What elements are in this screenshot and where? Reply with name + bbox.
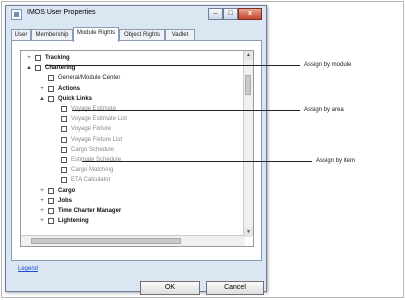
tree-item-label: Quick Links (58, 95, 93, 102)
legend-link[interactable]: Legend (18, 266, 38, 272)
tree-checkbox[interactable] (61, 106, 67, 112)
tree-item-label: Voyage Fixture List (71, 136, 123, 143)
tree-row[interactable]: + Tracking (21, 54, 239, 63)
tree-row[interactable]: Voyage Estimate List (21, 115, 239, 124)
tree-row[interactable]: ETA Calculator (21, 176, 239, 185)
expander-icon[interactable]: + (38, 207, 46, 216)
tree-checkbox[interactable] (61, 157, 67, 163)
tree-item-label: Cargo (58, 187, 76, 194)
rights-tree[interactable]: ▲ ▼ + Tracking ▲ Chartering General/Module C… (20, 50, 254, 247)
tree-row[interactable]: + Actions (21, 85, 239, 94)
tree-item-label: Lightening (58, 218, 89, 225)
tree-row[interactable]: Cargo Schedule (21, 146, 239, 155)
tree-checkbox[interactable] (61, 126, 67, 133)
annotation-assign-by-module: Assign by module (304, 62, 352, 68)
tree-item-label: Time Charter Manager (58, 208, 122, 214)
close-button[interactable]: x (238, 8, 262, 20)
tree-item-label: Voyage Fixture (71, 126, 112, 133)
expander-icon[interactable]: + (25, 54, 33, 63)
tree-row[interactable]: + Jobs (21, 197, 239, 206)
annotation-assign-by-area: Assign by area (304, 107, 344, 113)
tree-row[interactable]: + Time Charter Manager (21, 207, 239, 216)
tree-row[interactable]: + Lightening (21, 217, 239, 226)
tree-row[interactable]: Voyage Fixture (21, 125, 239, 134)
horizontal-scroll-thumb[interactable] (31, 238, 181, 244)
tree-item-label: Jobs (58, 197, 73, 204)
tree-row[interactable]: Cargo Matching (21, 166, 239, 175)
tree-checkbox[interactable] (48, 187, 54, 194)
tree-item-label: General/Module Center (58, 75, 121, 82)
ok-button[interactable]: OK (140, 281, 200, 295)
maximize-button[interactable]: □ (223, 8, 238, 20)
tree-checkbox[interactable] (61, 167, 67, 174)
expander-icon[interactable]: + (38, 197, 46, 206)
user-properties-dialog: IMOS User Properties – □ x User Membersh… (5, 5, 267, 295)
tree-checkbox[interactable] (61, 116, 67, 123)
tree-item-label: Voyage Estimate List (71, 116, 128, 123)
annotation-line-area (72, 110, 300, 111)
tree-row[interactable]: General/Module Center (21, 74, 239, 83)
expander-icon[interactable]: + (38, 187, 46, 196)
tree-item-label: Actions (58, 85, 81, 92)
tree-checkbox[interactable] (61, 177, 67, 184)
expander-icon[interactable]: + (38, 217, 46, 226)
minimize-button[interactable]: – (208, 8, 223, 20)
tree-checkbox[interactable] (48, 75, 54, 82)
tree-checkbox[interactable] (35, 55, 41, 61)
scroll-down-icon[interactable]: ▼ (244, 228, 253, 237)
annotation-assign-by-item: Assign by item (316, 158, 356, 164)
tree-checkbox[interactable] (48, 197, 54, 204)
tree-item-label: Tracking (45, 55, 70, 61)
tree-checkbox[interactable] (48, 95, 54, 102)
cancel-button[interactable]: Cancel (206, 281, 264, 295)
expander-icon[interactable]: + (38, 85, 46, 94)
tree-checkbox[interactable] (35, 65, 41, 72)
tree-checkbox[interactable] (61, 146, 67, 153)
scroll-up-icon[interactable]: ▲ (244, 51, 253, 60)
tree-item-label: Cargo Schedule (71, 146, 115, 153)
tree-item-label: Cargo Matching (71, 167, 114, 174)
scroll-thumb[interactable] (245, 75, 251, 95)
window-title: IMOS User Properties (27, 9, 96, 16)
tab-module-rights[interactable]: Module Rights (73, 27, 119, 42)
app-icon (11, 9, 22, 20)
tree-row[interactable]: + Cargo (21, 187, 239, 196)
tree-checkbox[interactable] (61, 136, 67, 143)
tree-checkbox[interactable] (48, 218, 54, 225)
tree-row[interactable]: ▲ Quick Links (21, 95, 239, 104)
module-rights-panel: ▲ ▼ + Tracking ▲ Chartering General/Module C… (11, 40, 262, 261)
tree-item-label: ETA Calculator (71, 177, 111, 184)
annotation-line-item (82, 161, 312, 162)
horizontal-scrollbar[interactable] (21, 235, 245, 246)
annotation-line-module (45, 65, 300, 66)
tree-checkbox[interactable] (48, 208, 54, 214)
expander-icon[interactable]: ▲ (38, 95, 46, 104)
tree-checkbox[interactable] (48, 85, 54, 92)
expander-icon[interactable]: ▲ (25, 64, 33, 73)
tree-row[interactable]: Voyage Fixture List (21, 136, 239, 145)
title-bar: IMOS User Properties – □ x (6, 6, 266, 23)
vertical-scrollbar[interactable]: ▲ ▼ (243, 51, 253, 237)
